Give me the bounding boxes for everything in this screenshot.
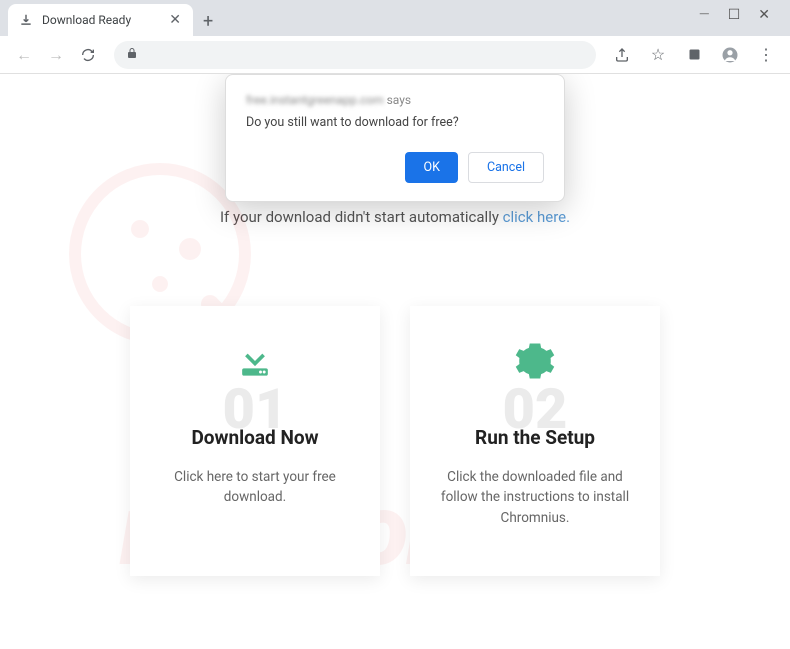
dialog-actions: OK Cancel <box>246 152 544 183</box>
extensions-icon[interactable] <box>680 41 708 69</box>
download-icon <box>18 12 34 28</box>
new-tab-button[interactable]: + <box>193 7 223 36</box>
toolbar-right: ☆ ⋮ <box>608 41 780 69</box>
js-dialog: free.instantgreenapp.com says Do you sti… <box>225 74 565 202</box>
page-content: risk.com Almost There... If your downloa… <box>0 74 790 649</box>
window-controls: — ☐ ✕ <box>699 0 790 30</box>
lock-icon <box>126 47 138 62</box>
dialog-overlay: free.instantgreenapp.com says Do you sti… <box>0 74 790 649</box>
dialog-message: Do you still want to download for free? <box>246 115 544 130</box>
toolbar: ← → ☆ ⋮ <box>0 36 790 74</box>
cancel-button[interactable]: Cancel <box>468 152 544 183</box>
dialog-origin-host: free.instantgreenapp.com <box>246 93 384 107</box>
close-window-icon[interactable]: ✕ <box>758 7 770 23</box>
profile-icon[interactable] <box>716 41 744 69</box>
dialog-origin: free.instantgreenapp.com says <box>246 93 544 107</box>
address-bar[interactable] <box>114 41 596 69</box>
tab-title: Download Ready <box>42 13 159 27</box>
reload-button[interactable] <box>74 41 102 69</box>
tab-close-icon[interactable]: ✕ <box>167 10 183 30</box>
browser-tab[interactable]: Download Ready ✕ <box>8 4 193 36</box>
maximize-icon[interactable]: ☐ <box>728 7 741 23</box>
minimize-icon[interactable]: — <box>699 7 710 23</box>
menu-icon[interactable]: ⋮ <box>752 41 780 69</box>
ok-button[interactable]: OK <box>405 152 457 183</box>
share-icon[interactable] <box>608 41 636 69</box>
forward-button[interactable]: → <box>42 41 70 69</box>
back-button[interactable]: ← <box>10 41 38 69</box>
tab-bar: Download Ready ✕ + <box>0 0 790 36</box>
bookmark-icon[interactable]: ☆ <box>644 41 672 69</box>
dialog-origin-suffix: says <box>387 93 412 107</box>
